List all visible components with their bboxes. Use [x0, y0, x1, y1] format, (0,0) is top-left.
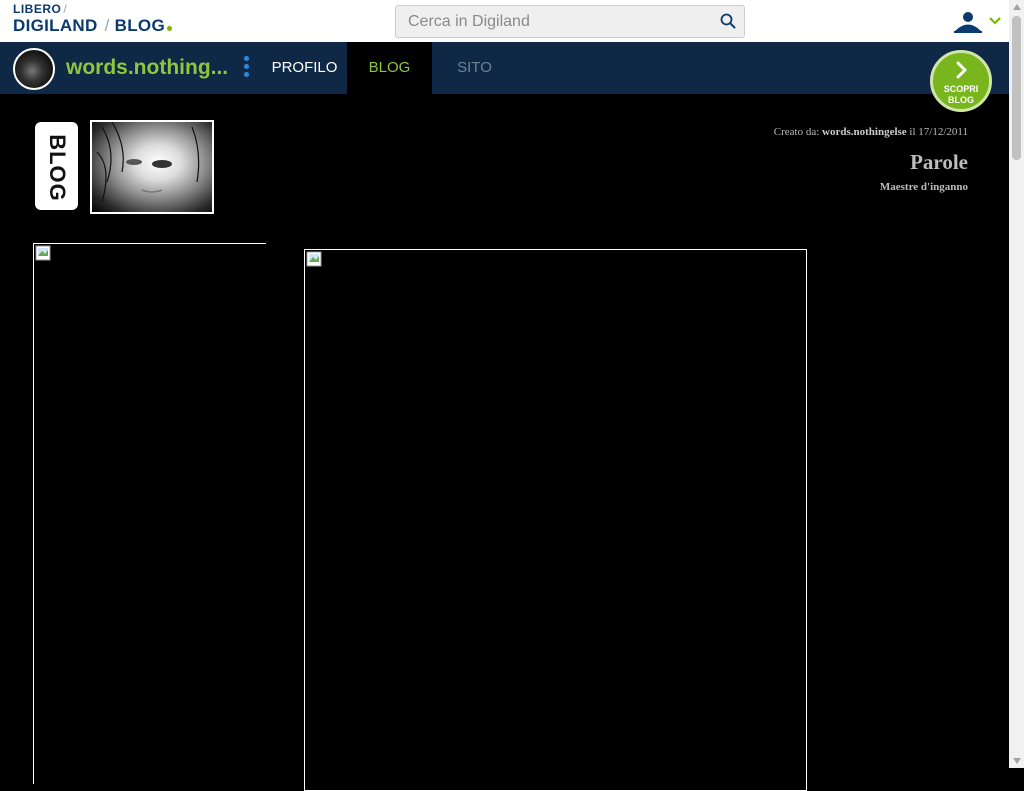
- search-icon[interactable]: [720, 13, 736, 29]
- scroll-up-icon[interactable]: [1013, 4, 1021, 10]
- broken-image-icon: [306, 251, 322, 267]
- blog-subtitle: Maestre d'inganno: [879, 181, 968, 193]
- avatar[interactable]: [13, 48, 55, 90]
- chevron-right-icon: [956, 61, 967, 79]
- user-menu-button[interactable]: [952, 8, 1002, 34]
- blog-meta: Creato da: words.nothingelse il 17/12/20…: [774, 126, 968, 193]
- scopri-blog-button[interactable]: SCOPRI BLOG: [930, 50, 992, 112]
- top-header: LIBERO / DIGILAND / BLOG: [0, 0, 1009, 42]
- blog-name[interactable]: words.nothing...: [66, 56, 228, 80]
- left-image-frame: [33, 243, 266, 784]
- logo-slash: /: [63, 2, 68, 16]
- user-icon: [954, 12, 1001, 33]
- blog-badge-text: BLOG: [45, 134, 70, 202]
- logo-blog: BLOG: [114, 16, 165, 35]
- search-box: [395, 5, 745, 38]
- created-date: il 17/12/2011: [909, 126, 968, 138]
- logo-libero: LIBERO: [13, 2, 62, 16]
- created-line: Creato da: words.nothingelse il 17/12/20…: [774, 126, 968, 138]
- libero-digiland-logo[interactable]: LIBERO / DIGILAND / BLOG: [13, 3, 172, 35]
- broken-image-icon: [35, 245, 51, 261]
- logo-dot: [166, 26, 172, 31]
- face-image: [96, 122, 200, 203]
- logo-digiland: DIGILAND: [13, 16, 98, 35]
- blog-badge: BLOG: [35, 122, 78, 210]
- scroll-thumb[interactable]: [1012, 16, 1021, 160]
- right-image-frame: [304, 249, 807, 791]
- created-prefix: Creato da:: [773, 126, 820, 138]
- blog-title: Parole: [910, 150, 968, 174]
- tab-profilo[interactable]: PROFILO: [262, 42, 347, 94]
- scopri-blog-label: SCOPRI BLOG: [943, 84, 979, 105]
- blog-header-image: [90, 120, 214, 214]
- tab-blog[interactable]: BLOG: [347, 42, 432, 94]
- logo-slash: /: [104, 16, 110, 35]
- blog-navbar: words.nothing... PROFILO BLOG SITO: [0, 42, 1009, 94]
- more-options-icon[interactable]: [241, 56, 251, 80]
- scroll-down-icon[interactable]: [1013, 758, 1021, 764]
- tab-sito[interactable]: SITO: [432, 42, 517, 94]
- page-scrollbar[interactable]: [1009, 0, 1024, 768]
- search-input[interactable]: [408, 6, 708, 37]
- author-link[interactable]: words.nothingelse: [822, 126, 907, 138]
